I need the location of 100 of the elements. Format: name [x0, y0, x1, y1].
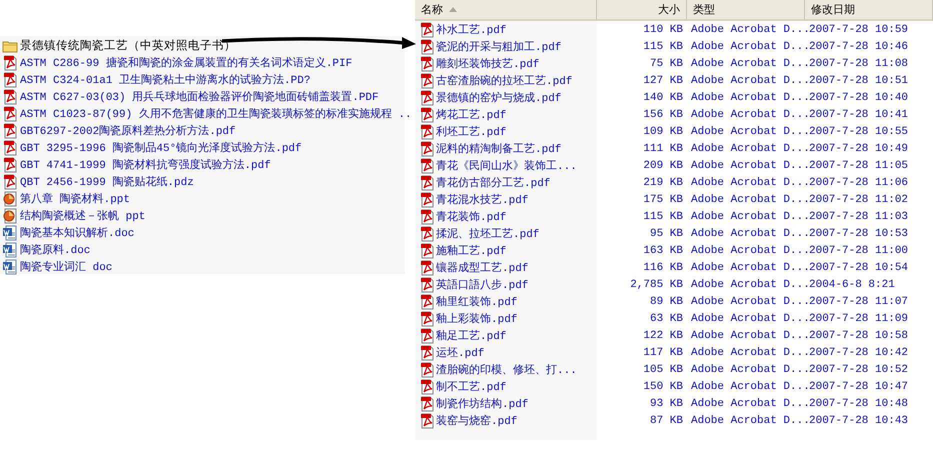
file-name[interactable]: 第八章 陶瓷材料.ppt: [20, 191, 130, 206]
file-name[interactable]: 揉泥、拉坯工艺.pdf: [436, 226, 540, 241]
pdf-file-icon: [419, 276, 435, 292]
file-name[interactable]: 渣胎碗的印模、修坯、打...: [436, 362, 577, 377]
file-name[interactable]: 青花仿古部分工艺.pdf: [436, 175, 550, 190]
modified-date: 2007-7-28 10:48: [808, 396, 910, 412]
file-size: 122 KB: [642, 328, 684, 344]
column-header[interactable]: 名称: [421, 2, 443, 17]
file-name[interactable]: ASTM C627-03(03) 用兵乓球地面检验器评价陶瓷地面砖铺盖装置.PDF: [20, 89, 379, 104]
file-size: 156 KB: [642, 108, 684, 122]
file-name[interactable]: 釉上彩装饰.pdf: [436, 311, 518, 326]
modified-date: 2007-7-28 11:03: [808, 210, 910, 224]
file-type: Adobe Acrobat D...: [690, 294, 805, 310]
pdf-file-icon: [419, 124, 435, 140]
file-size: 150 KB: [642, 380, 684, 394]
file-name[interactable]: 泥料的精淘制备工艺.pdf: [436, 141, 562, 156]
column-header[interactable]: 类型: [687, 0, 805, 21]
modified-date: 2007-7-28 11:08: [808, 56, 910, 72]
pdf-file-icon: [419, 328, 435, 344]
file-type: Adobe Acrobat D...: [690, 278, 805, 292]
modified-date: 2007-7-28 10:55: [808, 124, 910, 140]
file-name[interactable]: 景德镇的窑炉与烧成.pdf: [436, 90, 562, 105]
file-type: Adobe Acrobat D...: [690, 362, 805, 378]
file-size: 2,785 KB: [629, 278, 684, 292]
file-name[interactable]: GBT 3295-1996 陶瓷制品45°镜向光泽度试验方法.pdf: [20, 140, 302, 155]
modified-date: 2007-7-28 10:51: [808, 74, 910, 88]
modified-date: 2007-7-28 10:53: [808, 226, 910, 242]
modified-date: 2007-7-28 10:43: [808, 414, 910, 428]
file-type: Adobe Acrobat D...: [690, 312, 805, 326]
file-size: 117 KB: [642, 346, 684, 360]
file-type: Adobe Acrobat D...: [690, 22, 805, 38]
pdf-file-icon: [419, 140, 435, 156]
file-name[interactable]: 结构陶瓷概述－张帆 ppt: [20, 208, 146, 223]
file-size: 115 KB: [642, 40, 684, 54]
modified-date: 2007-7-28 10:52: [808, 362, 910, 378]
modified-date: 2007-7-28 11:05: [808, 158, 910, 174]
file-name[interactable]: 施釉工艺.pdf: [436, 243, 506, 258]
file-name[interactable]: 制瓷作坊结构.pdf: [436, 396, 528, 411]
file-name[interactable]: ASTM C1023-87(99) 久用不危害健康的卫生陶瓷装璜标签的标准实施规程 ..: [20, 106, 412, 121]
modified-date: 2007-7-28 10:46: [808, 40, 910, 54]
pdf-file-icon: [419, 72, 435, 88]
file-size: 175 KB: [642, 192, 684, 208]
file-name[interactable]: 英語口語八步.pdf: [436, 277, 528, 292]
file-size: 110 KB: [642, 22, 684, 38]
sort-ascending-icon: [449, 7, 457, 12]
file-name[interactable]: 青花《民间山水》装饰工...: [436, 158, 577, 173]
file-size: 87 KB: [648, 414, 684, 428]
file-size: 116 KB: [642, 260, 684, 276]
pdf-file-icon: [419, 412, 435, 428]
file-name[interactable]: 瓷泥的开采与粗加工.pdf: [436, 39, 562, 54]
pdf-file-icon: [419, 192, 435, 208]
file-name[interactable]: 补水工艺.pdf: [436, 22, 506, 37]
pdf-file-icon: [419, 294, 435, 310]
file-name[interactable]: 雕刻坯装饰技艺.pdf: [436, 56, 540, 71]
file-size: 115 KB: [642, 210, 684, 224]
file-name[interactable]: ASTM C324-01a1 卫生陶瓷粘土中游离水的试验方法.PD?: [20, 72, 310, 87]
modified-date: 2007-7-28 10:40: [808, 90, 910, 106]
file-type: Adobe Acrobat D...: [690, 380, 805, 394]
pdf-file-icon: [419, 22, 435, 38]
modified-date: 2007-7-28 11:00: [808, 244, 910, 258]
file-name[interactable]: 青花混水技艺.pdf: [436, 192, 528, 207]
file-name[interactable]: 釉里红装饰.pdf: [436, 294, 518, 309]
pdf-file-icon: [419, 226, 435, 242]
file-type: Adobe Acrobat D...: [690, 56, 805, 72]
column-header[interactable]: 大小: [597, 0, 687, 21]
file-name[interactable]: 制不工艺.pdf: [436, 379, 506, 394]
modified-date: 2007-7-28 11:06: [808, 176, 910, 190]
file-name[interactable]: GBT6297-2002陶瓷原料差热分析方法.pdf: [20, 123, 236, 138]
file-type: Adobe Acrobat D...: [690, 226, 805, 242]
file-name[interactable]: 利坯工艺.pdf: [436, 124, 506, 139]
file-name[interactable]: 青花装饰.pdf: [436, 209, 506, 224]
file-name[interactable]: 镶器成型工艺.pdf: [436, 260, 528, 275]
file-name[interactable]: 装窑与烧窑.pdf: [436, 413, 518, 428]
pdf-file-icon: [419, 90, 435, 106]
modified-date: 2007-7-28 11:07: [808, 294, 910, 310]
file-name[interactable]: 古窑渣胎碗的拉坯工艺.pdf: [436, 73, 572, 88]
pdf-file-icon: [419, 260, 435, 276]
file-size: 93 KB: [648, 396, 684, 412]
file-name[interactable]: ASTM C286-99 搪瓷和陶瓷的涂金属装置的有关名词术语定义.PIF: [20, 55, 352, 70]
file-name[interactable]: 烤花工艺.pdf: [436, 107, 506, 122]
modified-date: 2007-7-28 10:49: [808, 142, 910, 156]
file-size: 219 KB: [642, 176, 684, 190]
file-type: Adobe Acrobat D...: [690, 328, 805, 344]
file-name[interactable]: 陶瓷原料.doc: [20, 242, 90, 257]
modified-date: 2007-7-28 11:02: [808, 192, 910, 208]
column-header[interactable]: 修改日期: [805, 0, 933, 21]
modified-date: 2007-7-28 10:58: [808, 328, 910, 344]
file-type: Adobe Acrobat D...: [690, 74, 805, 88]
file-type: Adobe Acrobat D...: [690, 40, 805, 54]
file-name[interactable]: 釉足工艺.pdf: [436, 328, 506, 343]
file-size: 95 KB: [648, 226, 684, 242]
file-type: Adobe Acrobat D...: [690, 158, 805, 174]
file-name[interactable]: GBT 4741-1999 陶瓷材料抗弯强度试验方法.pdf: [20, 157, 271, 172]
pdf-file-icon: [419, 362, 435, 378]
file-name[interactable]: 陶瓷专业词汇 doc: [20, 259, 112, 274]
file-name[interactable]: QBT 2456-1999 陶瓷贴花纸.pdz: [20, 174, 194, 189]
modified-date: 2007-7-28 10:59: [808, 22, 910, 38]
file-name[interactable]: 运坯.pdf: [436, 345, 484, 360]
file-size: 75 KB: [648, 56, 684, 72]
file-name[interactable]: 陶瓷基本知识解析.doc: [20, 225, 134, 240]
